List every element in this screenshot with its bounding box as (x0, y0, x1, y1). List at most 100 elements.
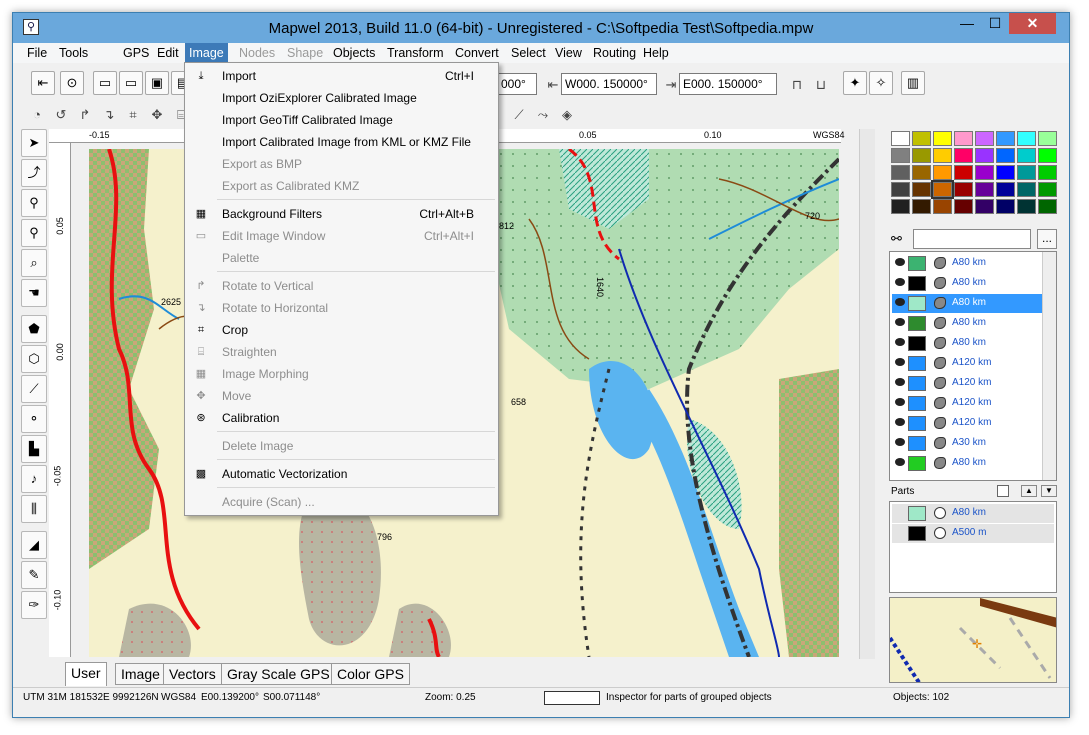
palette-swatch[interactable] (933, 131, 952, 146)
zoom-fit-icon[interactable]: ✦ (843, 71, 867, 95)
maximize-button[interactable]: ☐ (981, 13, 1009, 34)
palette-swatch[interactable] (996, 148, 1015, 163)
palette-swatch[interactable] (912, 199, 931, 214)
eye-icon[interactable] (895, 258, 905, 266)
layer-item[interactable]: A80 km (892, 254, 1042, 273)
polygon-edit-icon[interactable]: ⬡ (21, 345, 47, 373)
palette-swatch[interactable] (954, 131, 973, 146)
eye-icon[interactable] (895, 438, 905, 446)
eye-icon[interactable] (895, 458, 905, 466)
menu-shape[interactable]: Shape (283, 43, 327, 63)
menu-item-delete-image[interactable]: Delete Image (185, 435, 498, 457)
east-field[interactable]: E000. 150000° (679, 73, 777, 95)
eye-icon[interactable] (895, 398, 905, 406)
palette-swatch[interactable] (1017, 131, 1036, 146)
palette-swatch[interactable] (1038, 148, 1057, 163)
layer-item[interactable]: A120 km (892, 354, 1042, 373)
close-button[interactable]: ✕ (1009, 13, 1056, 34)
menu-item-import-geotiff-calibrated-image[interactable]: Import GeoTiff Calibrated Image (185, 109, 498, 131)
building-icon[interactable]: ▙ (21, 435, 47, 463)
eye-icon[interactable] (895, 358, 905, 366)
eye-icon[interactable] (895, 318, 905, 326)
pen-icon[interactable]: ✎ (21, 561, 47, 589)
menu-file[interactable]: File (23, 43, 51, 63)
menu-item-automatic-vectorization[interactable]: ▩ Automatic Vectorization (185, 463, 498, 485)
palette-swatch[interactable] (912, 165, 931, 180)
tab-gray-scale-gps[interactable]: Gray Scale GPS (221, 663, 336, 685)
menu-item-export-as-calibrated-kmz[interactable]: Export as Calibrated KMZ (185, 175, 498, 197)
palette-swatch[interactable] (891, 165, 910, 180)
palette-swatch[interactable] (891, 199, 910, 214)
palette-swatch[interactable] (891, 131, 910, 146)
ruler-icon[interactable]: ◢ (21, 531, 47, 559)
west-field[interactable]: W000. 150000° (561, 73, 657, 95)
layer-item[interactable]: A80 km (892, 334, 1042, 353)
menu-item-straighten[interactable]: ⌸ Straighten (185, 341, 498, 363)
menu-routing[interactable]: Routing (589, 43, 640, 63)
menu-item-move[interactable]: ✥ Move (185, 385, 498, 407)
palette-swatch[interactable] (954, 199, 973, 214)
menu-item-rotate-to-horizontal[interactable]: ↴ Rotate to Horizontal (185, 297, 498, 319)
palette-swatch[interactable] (933, 148, 952, 163)
browse-button[interactable]: ... (1037, 229, 1057, 249)
line-icon[interactable]: ⤳ (533, 105, 553, 125)
menu-item-import[interactable]: ⤓ Import Ctrl+I (185, 65, 498, 87)
palette-swatch[interactable] (1017, 182, 1036, 197)
palette-swatch[interactable] (975, 131, 994, 146)
palette-swatch[interactable] (975, 182, 994, 197)
palette-swatch[interactable] (912, 182, 931, 197)
menu-item-calibration[interactable]: ⊛ Calibration (185, 407, 498, 429)
note-icon[interactable]: ♪ (21, 465, 47, 493)
palette-swatch[interactable] (933, 199, 952, 214)
layer-item[interactable]: A80 km (892, 294, 1042, 313)
palette-swatch[interactable] (996, 165, 1015, 180)
palette-swatch[interactable] (1038, 199, 1057, 214)
layer-item[interactable]: A80 km (892, 454, 1042, 473)
rotate-horizontal-icon[interactable]: ↴ (99, 105, 119, 125)
menu-item-background-filters[interactable]: ▦ Background Filters Ctrl+Alt+B (185, 203, 498, 225)
node-edit-icon[interactable]: ⤴ (21, 159, 47, 187)
polyline-icon[interactable]: ⟋ (21, 375, 47, 403)
menu-item-rotate-to-vertical[interactable]: ↱ Rotate to Vertical (185, 275, 498, 297)
palette-swatch[interactable] (1017, 165, 1036, 180)
move-icon[interactable]: ✥ (147, 105, 167, 125)
book-icon[interactable]: ▥ (901, 71, 925, 95)
layout2-icon[interactable]: ⊔ (811, 75, 831, 95)
layer-item[interactable]: A80 km (892, 314, 1042, 333)
palette-swatch[interactable] (891, 182, 910, 197)
palette-swatch[interactable] (1038, 182, 1057, 197)
menu-item-export-as-bmp[interactable]: Export as BMP (185, 153, 498, 175)
save-icon[interactable]: ▣ (145, 71, 169, 95)
menu-select[interactable]: Select (507, 43, 550, 63)
rotate-vertical-icon[interactable]: ↱ (75, 105, 95, 125)
menu-transform[interactable]: Transform (383, 43, 448, 63)
menu-item-import-oziexplorer-calibrated-image[interactable]: Import OziExplorer Calibrated Image (185, 87, 498, 109)
parts-up-button[interactable]: ▲ (1021, 485, 1037, 497)
menu-item-import-calibrated-image-from-kml-or-kmz-file[interactable]: Import Calibrated Image from KML or KMZ … (185, 131, 498, 153)
gps-icon[interactable]: ⊙ (60, 71, 84, 95)
part-item[interactable]: A500 m (892, 524, 1054, 543)
layer-scrollbar[interactable] (1042, 252, 1056, 480)
layer-item[interactable]: A30 km (892, 434, 1042, 453)
layer-item[interactable]: A80 km (892, 274, 1042, 293)
binoculars-icon[interactable]: ⚯ (891, 231, 911, 247)
menu-convert[interactable]: Convert (451, 43, 503, 63)
gate-icon[interactable]: ⫼ (21, 495, 47, 523)
eye-icon[interactable] (895, 418, 905, 426)
menu-edit[interactable]: Edit (153, 43, 183, 63)
zoom-box-icon[interactable]: ⌕ (21, 249, 47, 277)
menu-item-palette[interactable]: Palette (185, 247, 498, 269)
tag-icon[interactable]: ◈ (557, 105, 577, 125)
palette-swatch[interactable] (931, 180, 954, 199)
title-bar[interactable]: ⚲ Mapwel 2013, Build 11.0 (64-bit) - Unr… (13, 13, 1069, 43)
polygon-icon[interactable]: ⬟ (21, 315, 47, 343)
part-item[interactable]: A80 km (892, 504, 1054, 523)
palette-swatch[interactable] (954, 165, 973, 180)
layer-item[interactable]: A120 km (892, 414, 1042, 433)
menu-view[interactable]: View (551, 43, 586, 63)
palette-swatch[interactable] (975, 148, 994, 163)
zoom-one-icon[interactable]: ⚲ (21, 219, 47, 247)
tab-user[interactable]: User (65, 662, 107, 686)
menu-item-image-morphing[interactable]: ▦ Image Morphing (185, 363, 498, 385)
menu-tools[interactable]: Tools (55, 43, 92, 63)
